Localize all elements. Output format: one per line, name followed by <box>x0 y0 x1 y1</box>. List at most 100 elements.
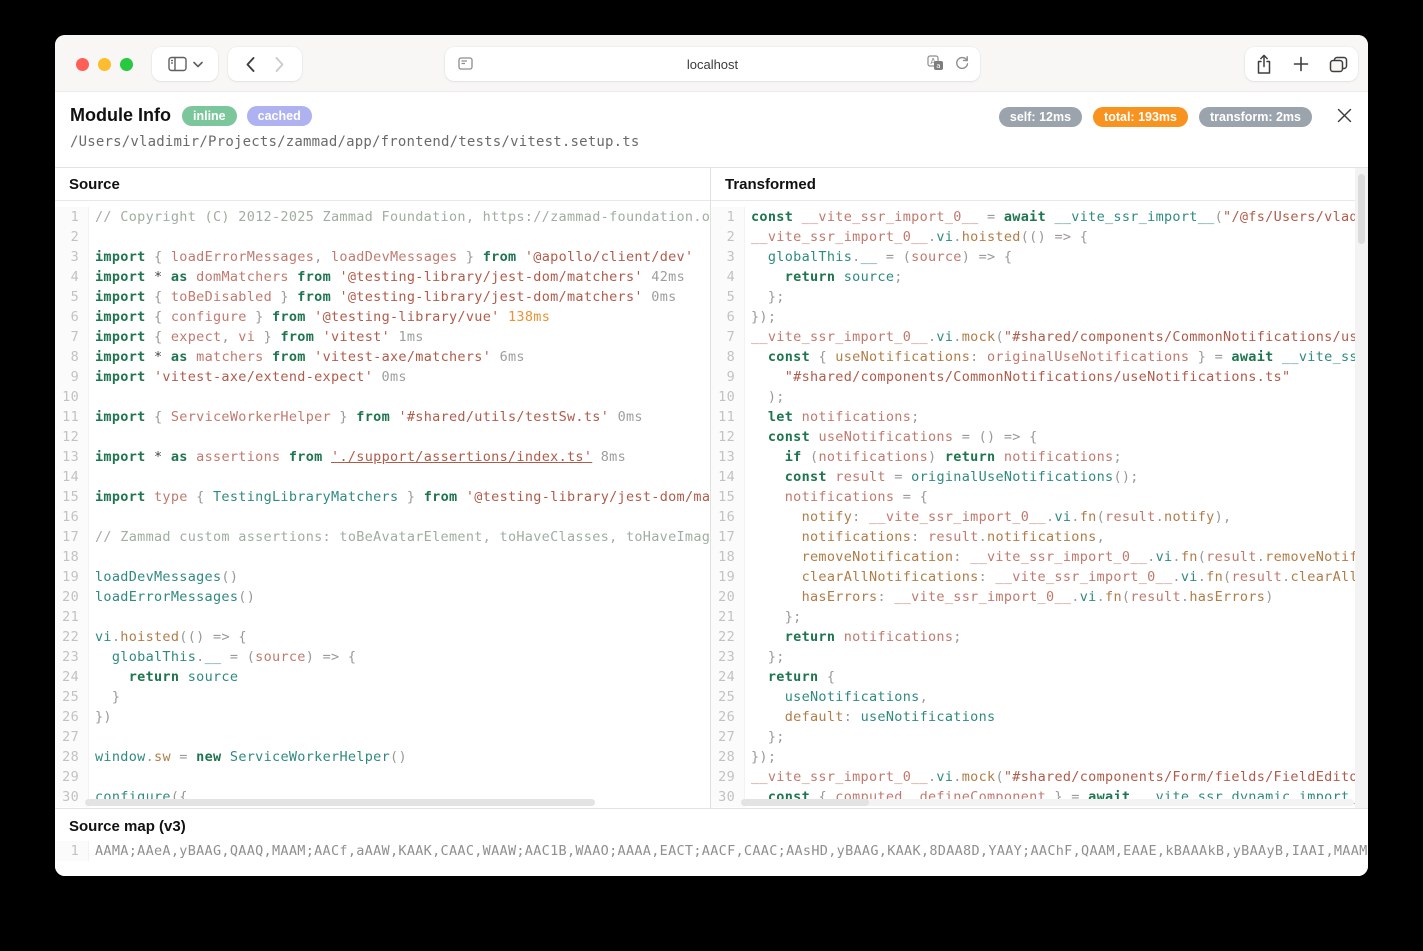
code-token: vi <box>95 629 112 645</box>
total-time-badge: total: 193ms <box>1093 107 1188 127</box>
code-token: from <box>280 449 331 465</box>
code-token: . <box>1097 589 1105 605</box>
transformed-code[interactable]: 1const __vite_ssr_import_0__ = await __v… <box>711 201 1368 813</box>
line-number: 30 <box>55 787 89 807</box>
transformed-horizontal-scrollbar[interactable] <box>741 799 869 806</box>
tab-overview-button[interactable] <box>1329 56 1348 73</box>
code-token <box>751 689 785 705</box>
page-settings-icon[interactable] <box>458 56 473 71</box>
code-token: : <box>844 709 861 725</box>
code-token: __ <box>861 249 878 265</box>
line-number: 6 <box>55 307 89 327</box>
line-number: 5 <box>711 287 745 307</box>
code-token: notify <box>1164 509 1215 525</box>
code-token <box>751 409 768 425</box>
line-number: 2 <box>711 227 745 247</box>
line-number: 29 <box>711 767 745 787</box>
code-token: }); <box>751 749 776 765</box>
reload-icon[interactable] <box>954 55 970 71</box>
code-token: ; <box>1113 449 1121 465</box>
module-link[interactable]: './support/assertions/index.ts' <box>331 449 592 465</box>
code-line: 26 default: useNotifications <box>711 707 1368 727</box>
code-token: }) <box>95 709 112 725</box>
code-token: globalThis <box>112 649 196 665</box>
code-token: TestingLibraryMatchers <box>213 489 398 505</box>
code-token <box>751 269 785 285</box>
code-token: { <box>1004 249 1012 265</box>
address-bar[interactable]: localhost Aa <box>445 47 980 81</box>
code-token: * <box>154 269 171 285</box>
line-number: 1 <box>711 207 745 227</box>
module-path: /Users/vladimir/Projects/zammad/app/fron… <box>70 134 640 150</box>
code-token <box>751 369 785 385</box>
code-token: 0ms <box>373 369 407 385</box>
line-number: 12 <box>711 427 745 447</box>
code-token: vi <box>1181 569 1198 585</box>
code-line: 6import { configure } from '@testing-lib… <box>55 307 710 327</box>
line-number: 5 <box>55 287 89 307</box>
translate-icon[interactable]: Aa <box>927 55 944 71</box>
code-token: 42ms <box>643 269 685 285</box>
code-token: notifications <box>844 629 954 645</box>
code-token: from <box>356 409 398 425</box>
minimize-window-button[interactable] <box>98 58 111 71</box>
forward-button[interactable] <box>274 56 285 73</box>
url-text[interactable]: localhost <box>687 57 738 72</box>
code-token: * <box>154 449 171 465</box>
code-line: 15 notifications = { <box>711 487 1368 507</box>
source-code[interactable]: 1// Copyright (C) 2012-2025 Zammad Found… <box>55 201 710 813</box>
new-tab-button[interactable] <box>1293 56 1309 72</box>
code-line: 7import { expect, vi } from 'vitest' 1ms <box>55 327 710 347</box>
code-token: . <box>1071 589 1079 605</box>
close-window-button[interactable] <box>76 58 89 71</box>
code-token: vi <box>1080 589 1097 605</box>
share-icon <box>1255 54 1273 75</box>
line-number: 28 <box>55 747 89 767</box>
sourcemap-title: Source map (v3) <box>55 809 1368 835</box>
sidebar-toggle-button[interactable] <box>152 47 218 81</box>
code-token: notifications <box>785 489 895 505</box>
code-token: notifications <box>1004 449 1114 465</box>
close-button[interactable] <box>1333 104 1355 126</box>
sourcemap-panel: Source map (v3) 1 AAMA;AAeA,yBAAG,QAAQ,M… <box>55 808 1368 876</box>
code-line: 8import * as matchers from 'vitest-axe/m… <box>55 347 710 367</box>
code-token: import <box>95 489 154 505</box>
code-token <box>751 509 802 525</box>
line-number: 11 <box>55 407 89 427</box>
code-token: const <box>768 349 819 365</box>
line-number: 19 <box>55 567 89 587</box>
code-token: return <box>768 669 827 685</box>
code-line: 18 removeNotification: __vite_ssr_import… <box>711 547 1368 567</box>
source-horizontal-scrollbar[interactable] <box>85 799 595 806</box>
transformed-panel: Transformed 1 const __vite_ssr_import_0__… <box>711 168 1368 808</box>
code-line: 1// Copyright (C) 2012-2025 Zammad Found… <box>55 207 710 227</box>
line-number: 27 <box>711 727 745 747</box>
code-token: }; <box>751 729 785 745</box>
code-token: 6ms <box>491 349 525 365</box>
line-number: 18 <box>711 547 745 567</box>
cached-badge: cached <box>247 106 312 126</box>
back-button[interactable] <box>245 56 256 73</box>
code-token <box>751 249 768 265</box>
code-token: . <box>953 329 961 345</box>
transformed-panel-title: Transformed <box>711 168 1368 201</box>
code-token: await <box>1004 209 1055 225</box>
vertical-scrollbar-thumb[interactable] <box>1358 174 1365 244</box>
code-token: as <box>171 449 196 465</box>
code-token: import <box>95 249 154 265</box>
close-icon <box>1337 108 1352 123</box>
line-number: 3 <box>711 247 745 267</box>
code-token: return <box>945 449 1004 465</box>
share-button[interactable] <box>1255 54 1273 75</box>
code-token: return <box>785 629 844 645</box>
line-number: 13 <box>711 447 745 467</box>
zoom-window-button[interactable] <box>120 58 133 71</box>
transformed-vertical-scrollbar[interactable] <box>1355 168 1368 808</box>
code-panes: Source 1// Copyright (C) 2012-2025 Zamma… <box>55 168 1368 808</box>
code-token: , <box>920 689 928 705</box>
code-token: . <box>1147 549 1155 565</box>
code-token: __vite_ssr_import_0__ <box>751 229 928 245</box>
line-number: 20 <box>711 587 745 607</box>
code-token: "/@fs/Users/vladimir/Projects/zammad/nod… <box>1223 209 1368 225</box>
code-line: 14 <box>55 467 710 487</box>
